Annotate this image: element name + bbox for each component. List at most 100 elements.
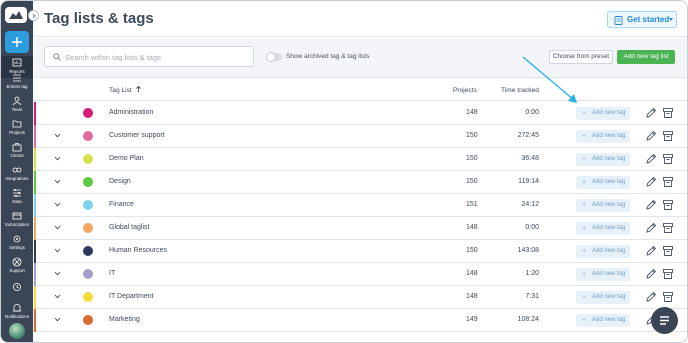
archive-icon[interactable] xyxy=(662,199,674,211)
add-new-tag-button[interactable]: + Add new tag xyxy=(576,130,630,143)
table-row[interactable]: Design 150 119:14 + Add new tag xyxy=(34,171,687,194)
chevron-down-icon[interactable] xyxy=(54,133,61,138)
pencil-icon[interactable] xyxy=(645,107,657,119)
chevron-down-icon[interactable] xyxy=(54,271,61,276)
sidebar-item-data[interactable]: Data xyxy=(1,186,33,208)
tag-list-name[interactable]: Demo Plan xyxy=(109,155,144,162)
annotation-arrow-icon xyxy=(522,56,577,103)
table-row[interactable]: Marketing 149 108:24 + Add new tag xyxy=(34,309,687,332)
add-new-tag-label: Add new tag xyxy=(592,271,626,277)
pencil-icon[interactable] xyxy=(645,245,657,257)
tag-list-name[interactable]: IT Department xyxy=(109,293,154,300)
tag-list-name[interactable]: Marketing xyxy=(109,316,140,323)
table-row[interactable]: Demo Plan 150 36:48 + Add new tag xyxy=(34,148,687,171)
add-new-tag-button[interactable]: + Add new tag xyxy=(576,291,630,304)
sidebar-item-clients[interactable]: Clients xyxy=(1,140,33,162)
chevron-down-icon[interactable] xyxy=(54,294,61,299)
chevron-down-icon[interactable] xyxy=(54,179,61,184)
sidebar-item-integrations[interactable]: Integrations xyxy=(1,163,33,185)
add-new-tag-label: Add new tag xyxy=(592,248,626,254)
tag-color-dot xyxy=(83,315,93,325)
page-header: Tag lists & tags Get started xyxy=(34,1,687,37)
tag-color-dot xyxy=(83,108,93,118)
chevron-down-icon[interactable] xyxy=(54,317,61,322)
add-new-tag-button[interactable]: + Add new tag xyxy=(576,107,630,120)
search-box[interactable] xyxy=(44,46,254,67)
column-header-projects[interactable]: Projects xyxy=(453,87,477,94)
pencil-icon[interactable] xyxy=(645,222,657,234)
get-started-button[interactable]: Get started xyxy=(607,11,677,28)
chevron-down-icon[interactable] xyxy=(54,225,61,230)
archive-icon[interactable] xyxy=(662,153,674,165)
pencil-icon[interactable] xyxy=(645,153,657,165)
sidebar-item-projects[interactable]: Projects xyxy=(1,117,33,139)
pencil-icon[interactable] xyxy=(645,130,657,142)
pencil-icon[interactable] xyxy=(645,176,657,188)
document-icon xyxy=(614,16,623,25)
plus-icon: + xyxy=(582,294,587,301)
quick-add-button[interactable] xyxy=(5,31,29,53)
tag-list-name[interactable]: Customer support xyxy=(109,132,165,139)
archive-icon[interactable] xyxy=(662,268,674,280)
archive-icon[interactable] xyxy=(662,222,674,234)
add-new-tag-button[interactable]: + Add new tag xyxy=(576,245,630,258)
plus-icon: + xyxy=(582,317,587,324)
table-row[interactable]: Human Resources 150 143:08 + Add new tag xyxy=(34,240,687,263)
add-new-tag-list-button[interactable]: Add new tag list xyxy=(617,50,675,64)
pencil-icon[interactable] xyxy=(645,268,657,280)
sidebar-item-entries-tag[interactable]: Entries tag xyxy=(1,71,33,93)
column-header-tag-list[interactable]: Tag List xyxy=(109,87,132,94)
sidebar-item-settings[interactable]: Settings xyxy=(1,232,33,254)
sort-ascending-icon[interactable] xyxy=(135,85,142,93)
sidebar-item-notifications[interactable]: Notifications xyxy=(1,301,33,323)
pencil-icon[interactable] xyxy=(645,199,657,211)
chevron-down-icon[interactable] xyxy=(54,248,61,253)
sidebar-item-team[interactable]: Team xyxy=(1,94,33,116)
archive-icon[interactable] xyxy=(662,130,674,142)
sidebar-collapse-button[interactable] xyxy=(28,10,39,21)
table-row[interactable]: IT Department 148 7:31 + Add new tag xyxy=(34,286,687,309)
table-row[interactable]: Administration 148 0:00 + Add new tag xyxy=(34,102,687,125)
chat-support-button[interactable] xyxy=(651,307,678,334)
add-new-tag-button[interactable]: + Add new tag xyxy=(576,222,630,235)
chevron-down-icon[interactable] xyxy=(54,202,61,207)
sidebar-item-support[interactable]: Support xyxy=(1,255,33,277)
pencil-icon[interactable] xyxy=(645,291,657,303)
add-new-tag-button[interactable]: + Add new tag xyxy=(576,268,630,281)
sidebar-item-subscription[interactable]: Subscription xyxy=(1,209,33,231)
add-new-tag-button[interactable]: + Add new tag xyxy=(576,176,630,189)
chevron-down-icon[interactable] xyxy=(54,156,61,161)
add-new-tag-button[interactable]: + Add new tag xyxy=(576,153,630,166)
time-tracked: 1:20 xyxy=(525,270,539,277)
app-logo[interactable] xyxy=(5,7,27,23)
color-strip xyxy=(34,217,36,240)
time-tracked: 0:00 xyxy=(525,109,539,116)
time-tracked: 108:24 xyxy=(517,316,539,323)
archive-icon[interactable] xyxy=(662,107,674,119)
tag-list-name[interactable]: Global taglist xyxy=(109,224,149,231)
archive-icon[interactable] xyxy=(662,245,674,257)
table-row[interactable]: Global taglist 148 0:00 + Add new tag xyxy=(34,217,687,240)
sidebar-item-history[interactable] xyxy=(1,280,33,302)
add-new-tag-button[interactable]: + Add new tag xyxy=(576,314,630,327)
tag-list-name[interactable]: Finance xyxy=(109,201,134,208)
sidebar-item-label: Notifications xyxy=(5,314,29,319)
support-icon xyxy=(12,257,22,267)
archive-icon[interactable] xyxy=(662,176,674,188)
search-input[interactable] xyxy=(65,50,245,64)
table-row[interactable]: Customer support 150 272:45 + Add new tag xyxy=(34,125,687,148)
page-title: Tag lists & tags xyxy=(44,10,154,27)
tag-list-name[interactable]: Administration xyxy=(109,109,153,116)
tag-list-name[interactable]: Design xyxy=(109,178,131,185)
archived-toggle[interactable] xyxy=(266,52,282,62)
table-row[interactable]: IT 148 1:20 + Add new tag xyxy=(34,263,687,286)
color-strip xyxy=(34,309,36,332)
tag-list-name[interactable]: IT xyxy=(109,270,115,277)
table-row[interactable]: Finance 151 24:12 + Add new tag xyxy=(34,194,687,217)
avatar[interactable] xyxy=(9,323,25,339)
add-new-tag-button[interactable]: + Add new tag xyxy=(576,199,630,212)
data-icon xyxy=(13,189,21,197)
tag-list-name[interactable]: Human Resources xyxy=(109,247,167,254)
archive-icon[interactable] xyxy=(662,291,674,303)
sidebar-item-label: Subscription xyxy=(4,222,30,227)
